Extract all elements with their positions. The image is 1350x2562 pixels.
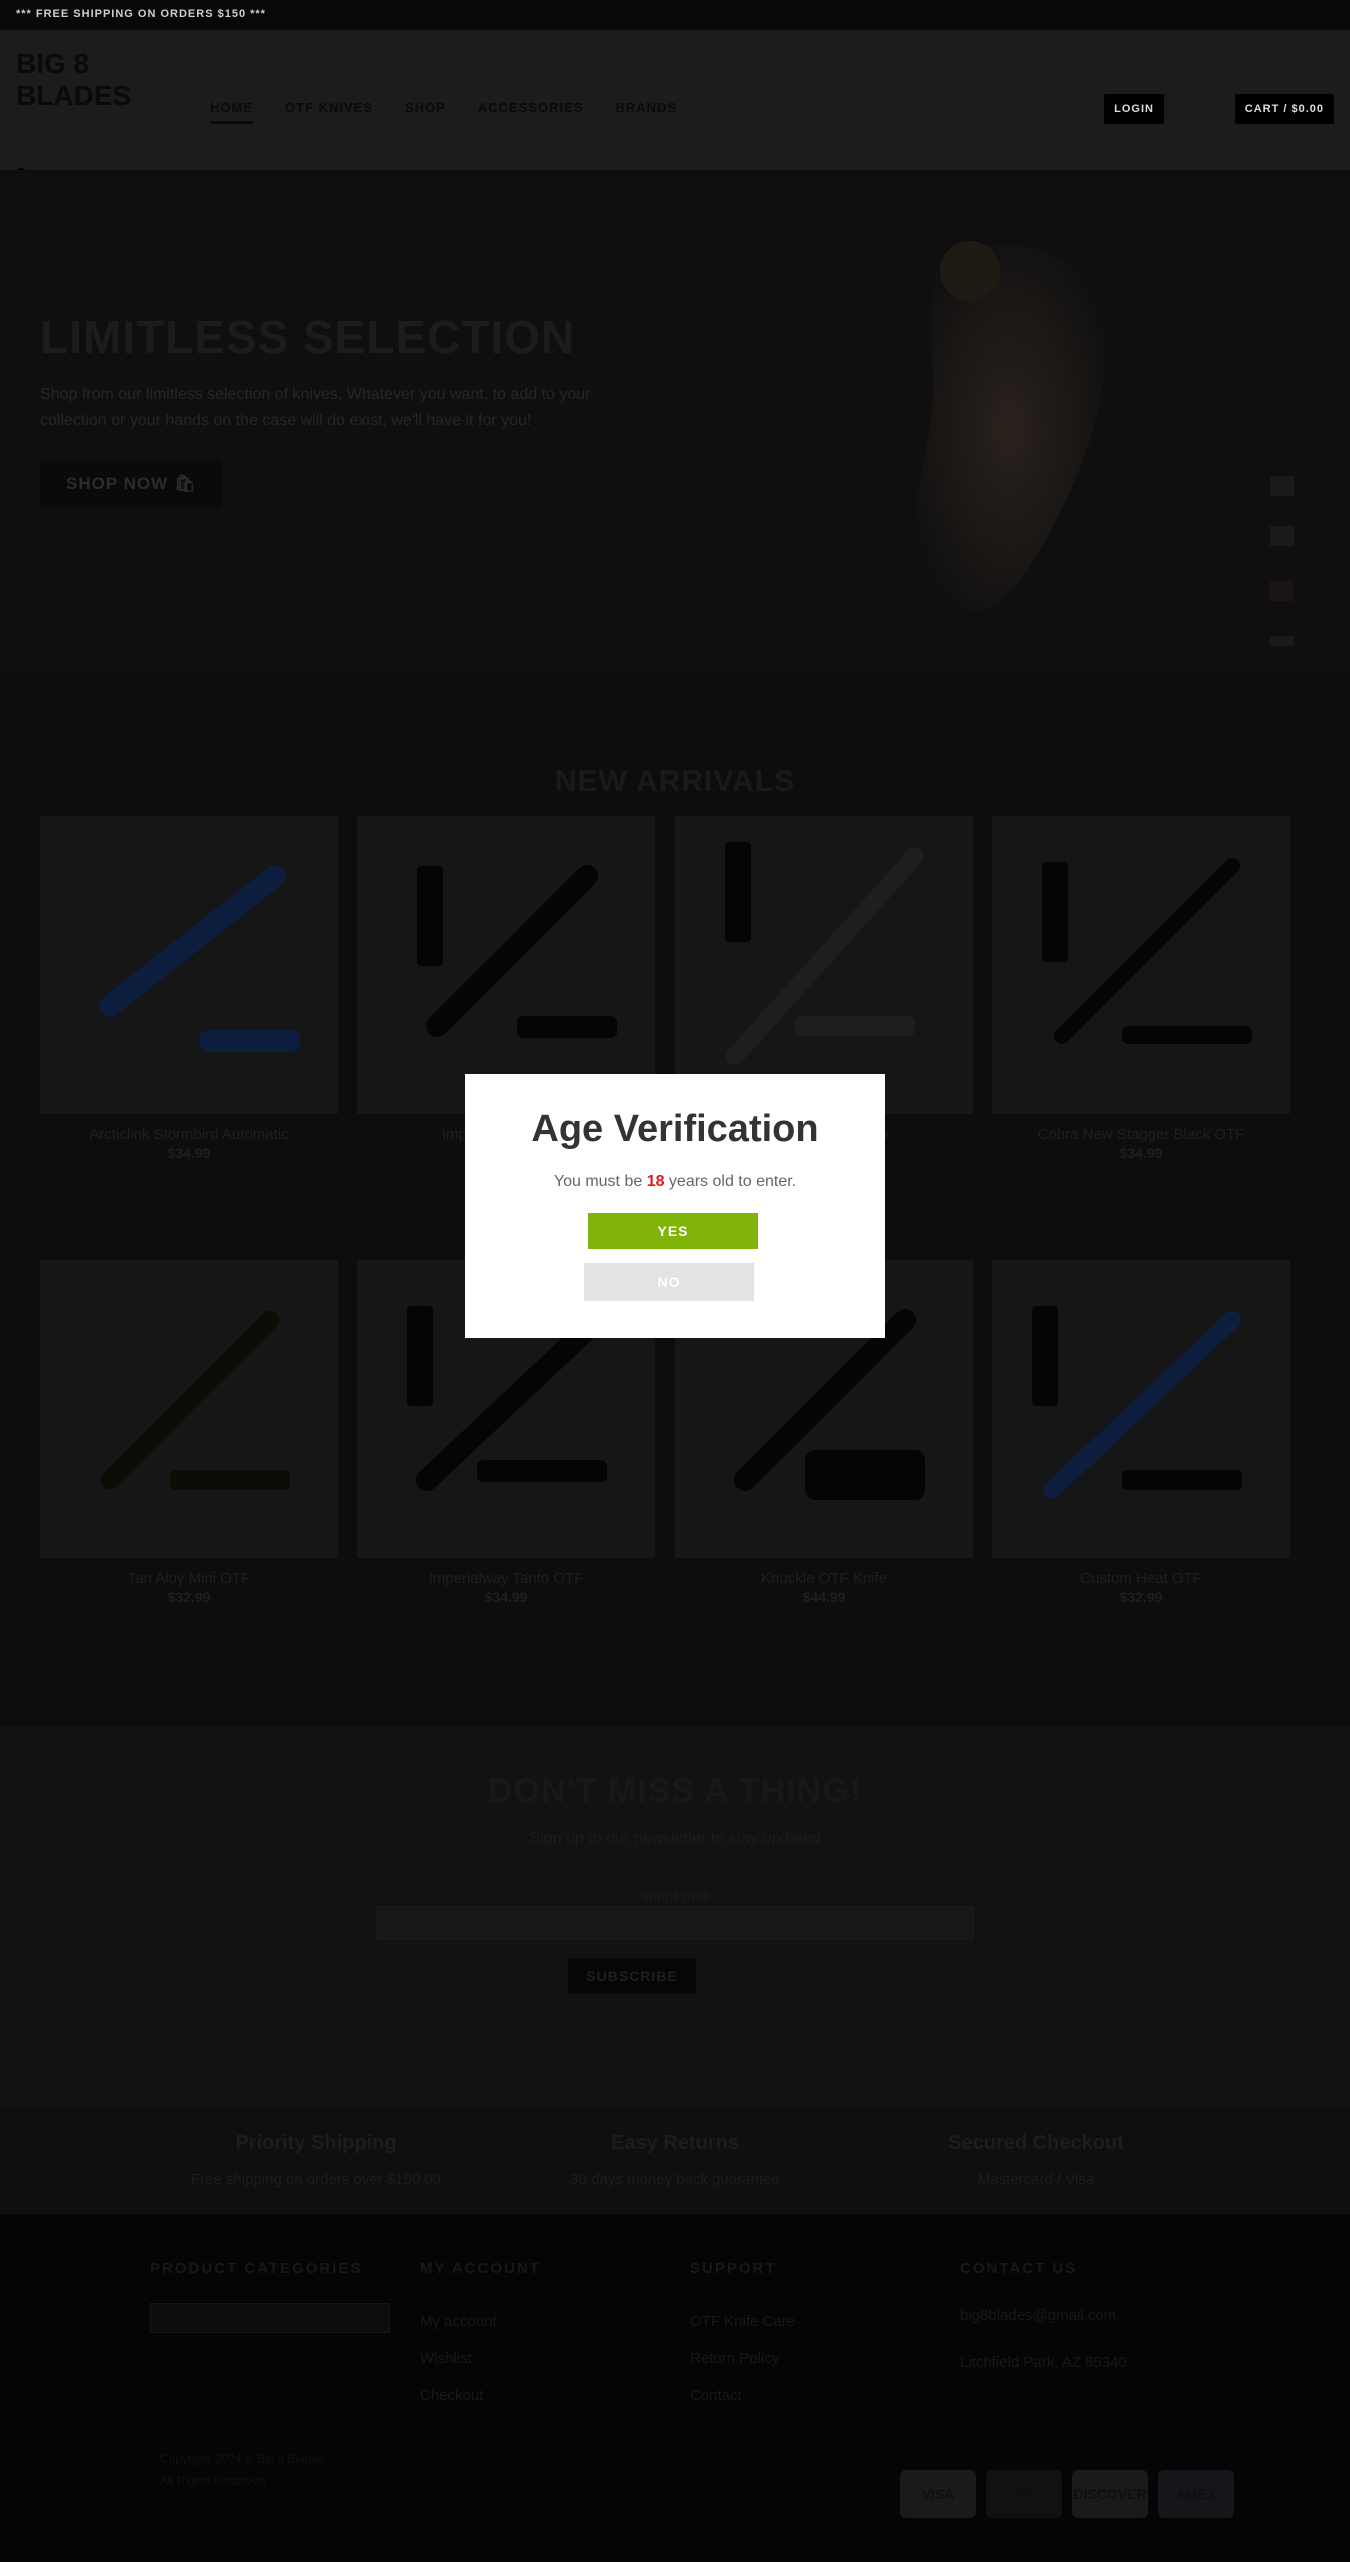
modal-message-before: You must be: [553, 1173, 647, 1190]
age-verification-modal: Age Verification You must be 18 years ol…: [465, 1074, 885, 1338]
minimum-age: 18: [646, 1173, 665, 1190]
modal-overlay[interactable]: Age Verification You must be 18 years ol…: [0, 0, 1350, 2562]
yes-button[interactable]: YES: [588, 1213, 758, 1249]
no-button[interactable]: NO: [584, 1263, 754, 1301]
modal-message: You must be 18 years old to enter.: [465, 1173, 885, 1191]
modal-message-after: years old to enter.: [664, 1173, 797, 1190]
page: *** FREE SHIPPING ON ORDERS $150 *** BIG…: [0, 0, 1350, 2562]
modal-title: Age Verification: [531, 1108, 819, 1150]
